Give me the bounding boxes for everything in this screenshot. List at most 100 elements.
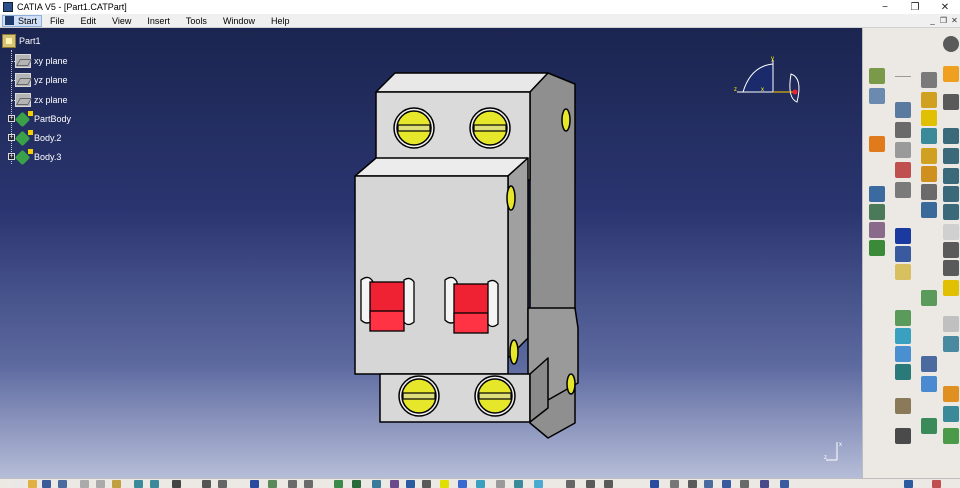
minimize-button[interactable]: −	[870, 0, 900, 14]
rib-icon[interactable]	[943, 224, 959, 240]
extract-tool-icon[interactable]	[869, 240, 885, 256]
hole-icon[interactable]	[943, 204, 959, 220]
pan-icon[interactable]	[250, 480, 259, 488]
rule-icon[interactable]	[760, 480, 769, 488]
print-icon[interactable]	[58, 480, 67, 488]
pad-icon[interactable]	[943, 128, 959, 144]
options-gear-icon[interactable]	[943, 36, 959, 52]
groove-icon[interactable]	[943, 186, 959, 202]
apply-material-icon[interactable]	[476, 480, 485, 488]
doc-restore-button[interactable]: ❐	[938, 16, 949, 25]
new-file-icon[interactable]	[14, 480, 23, 488]
feature-tool-icon[interactable]	[869, 136, 885, 152]
table-icon[interactable]	[604, 480, 613, 488]
sketcher-icon[interactable]	[943, 94, 959, 110]
compass-icon[interactable]: y x z	[733, 56, 813, 116]
pocket-icon[interactable]	[943, 148, 959, 164]
update-icon[interactable]	[904, 480, 913, 488]
copy-icon[interactable]	[96, 480, 105, 488]
hide-show-icon[interactable]	[390, 480, 399, 488]
grid-feature-icon[interactable]	[921, 376, 937, 392]
menu-tools[interactable]: Tools	[178, 16, 215, 26]
surface-tool-icon[interactable]	[869, 186, 885, 202]
stiffener-icon[interactable]	[943, 260, 959, 276]
chamfer-feature-icon[interactable]	[921, 184, 937, 200]
pad-feature-icon[interactable]	[921, 72, 937, 88]
join-tool-icon[interactable]	[869, 204, 885, 220]
close-button[interactable]: ✕	[930, 0, 960, 14]
slot-feature-icon[interactable]	[921, 128, 937, 144]
groove-tool-icon[interactable]	[895, 364, 911, 380]
menu-file[interactable]: File	[42, 16, 73, 26]
axis-tool-icon[interactable]	[895, 182, 911, 198]
plane-surface-tool-icon[interactable]	[895, 264, 911, 280]
split-tool-icon[interactable]	[869, 222, 885, 238]
redo-icon[interactable]	[150, 480, 159, 488]
shell-icon[interactable]	[943, 336, 959, 352]
capture-tool-icon[interactable]	[895, 428, 911, 444]
menu-edit[interactable]: Edit	[73, 16, 105, 26]
rotate-icon[interactable]	[268, 480, 277, 488]
pattern-feature-icon[interactable]	[921, 290, 937, 306]
save-icon[interactable]	[42, 480, 51, 488]
measure-tool-icon[interactable]	[895, 162, 911, 178]
shaft-tool-icon[interactable]	[895, 346, 911, 362]
normal-view-icon[interactable]	[334, 480, 343, 488]
annotation-icon[interactable]	[586, 480, 595, 488]
zoom-out-icon[interactable]	[304, 480, 313, 488]
menu-window[interactable]: Window	[215, 16, 263, 26]
material-icon[interactable]	[458, 480, 467, 488]
boolean-feature-icon[interactable]	[921, 356, 937, 372]
chamfer-icon[interactable]	[943, 406, 959, 422]
dimension-icon[interactable]	[566, 480, 575, 488]
loft-feature-icon[interactable]	[921, 148, 937, 164]
law-icon[interactable]	[670, 480, 679, 488]
draft-feature-icon[interactable]	[921, 202, 937, 218]
measure-between-icon[interactable]	[496, 480, 505, 488]
light-icon[interactable]	[422, 480, 431, 488]
analysis-tool-icon[interactable]	[895, 398, 911, 414]
shaft-icon[interactable]	[943, 168, 959, 184]
draft-icon[interactable]	[943, 428, 959, 444]
reference-tool-icon[interactable]	[869, 88, 885, 104]
doc-close-button[interactable]: ✕	[949, 16, 960, 25]
maximize-button[interactable]: ❐	[900, 0, 930, 14]
select-cursor-icon[interactable]	[943, 66, 959, 82]
iso-view-icon[interactable]	[352, 480, 361, 488]
menu-help[interactable]: Help	[263, 16, 298, 26]
fly-mode-icon[interactable]	[202, 480, 211, 488]
shading-icon[interactable]	[372, 480, 381, 488]
cut-icon[interactable]	[80, 480, 89, 488]
fillet-icon[interactable]	[943, 386, 959, 402]
undo-icon[interactable]	[134, 480, 143, 488]
line-tool-icon[interactable]	[895, 122, 911, 138]
fillet-feature-icon[interactable]	[921, 166, 937, 182]
menu-insert[interactable]: Insert	[139, 16, 178, 26]
dot-tool-icon[interactable]	[895, 228, 911, 244]
help-icon[interactable]	[172, 480, 181, 488]
hole-feature-icon[interactable]	[921, 92, 937, 108]
formula-icon[interactable]	[650, 480, 659, 488]
measure-item-icon[interactable]	[514, 480, 523, 488]
thickness-icon[interactable]	[943, 316, 959, 332]
zoom-in-icon[interactable]	[288, 480, 297, 488]
catia-app-icon[interactable]	[3, 2, 13, 12]
rib-feature-icon[interactable]	[921, 110, 937, 126]
3d-viewport[interactable]: Part1 xy plane yz plane zx plane + PartB…	[0, 28, 862, 478]
design-table-icon[interactable]	[704, 480, 713, 488]
stop-icon[interactable]	[932, 480, 941, 488]
parameter-icon[interactable]	[688, 480, 697, 488]
swap-space-icon[interactable]	[406, 480, 415, 488]
slot-icon[interactable]	[943, 242, 959, 258]
doc-minimize-button[interactable]: _	[927, 16, 938, 25]
check-icon[interactable]	[780, 480, 789, 488]
knowledge-icon[interactable]	[722, 480, 731, 488]
reaction-icon[interactable]	[740, 480, 749, 488]
inertia-icon[interactable]	[534, 480, 543, 488]
pad-tool-icon[interactable]	[895, 310, 911, 326]
menu-view[interactable]: View	[104, 16, 139, 26]
paste-icon[interactable]	[112, 480, 121, 488]
loft-icon[interactable]	[943, 280, 959, 296]
render-icon[interactable]	[440, 480, 449, 488]
constraint-feature-icon[interactable]	[921, 418, 937, 434]
